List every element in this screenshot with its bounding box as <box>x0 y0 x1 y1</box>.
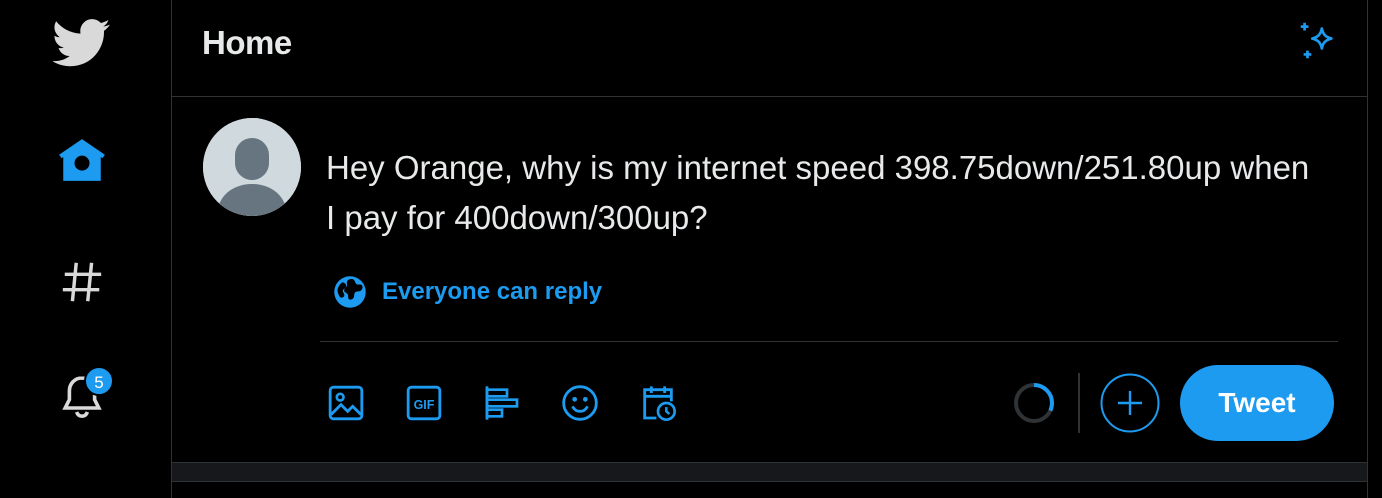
svg-text:GIF: GIF <box>414 398 435 412</box>
progress-ring-icon <box>1014 383 1054 423</box>
twitter-logo[interactable] <box>38 8 126 78</box>
actions-separator <box>1078 373 1080 433</box>
page-title: Home <box>202 24 292 61</box>
schedule-button[interactable] <box>630 375 686 431</box>
schedule-icon <box>643 386 676 421</box>
gif-button[interactable]: GIF <box>396 375 452 431</box>
nav-explore[interactable] <box>38 247 126 317</box>
home-icon <box>59 139 105 181</box>
globe-icon <box>334 276 366 308</box>
add-tweet-button[interactable] <box>1100 373 1160 433</box>
notification-badge: 5 <box>84 366 114 396</box>
sparkle-icon <box>1300 22 1333 59</box>
reply-setting-label: Everyone can reply <box>382 278 603 305</box>
tweet-button[interactable]: Tweet <box>1180 365 1334 441</box>
composer-actions: Tweet <box>1012 365 1334 441</box>
tweet-text-input[interactable]: Hey Orange, why is my internet speed 398… <box>326 143 1326 243</box>
emoji-icon <box>562 385 598 421</box>
image-icon <box>328 385 364 421</box>
section-separator <box>172 462 1367 482</box>
media-button[interactable] <box>318 375 374 431</box>
poll-button[interactable] <box>474 375 530 431</box>
emoji-button[interactable] <box>552 375 608 431</box>
character-counter <box>1012 381 1056 425</box>
default-avatar-icon <box>203 118 301 216</box>
composer-toolbar: GIF <box>318 375 708 431</box>
avatar[interactable] <box>203 118 301 216</box>
left-nav: 5 <box>0 0 171 498</box>
gif-icon: GIF <box>406 385 442 421</box>
tweet-composer: Hey Orange, why is my internet speed 398… <box>172 97 1367 462</box>
nav-home[interactable] <box>38 125 126 195</box>
twitter-bird-icon <box>53 19 111 67</box>
composer-divider <box>320 341 1338 342</box>
nav-notifications[interactable]: 5 <box>38 362 126 432</box>
hashtag-icon <box>62 262 102 302</box>
twitter-app: 5 Home Hey Orange, why is my internet sp… <box>0 0 1382 498</box>
poll-icon <box>485 386 519 420</box>
reply-setting-button[interactable]: Everyone can reply <box>332 272 602 312</box>
page-header: Home <box>172 0 1367 97</box>
top-tweets-button[interactable] <box>1295 18 1341 64</box>
plus-circle-icon <box>1100 373 1160 433</box>
main-column: Home Hey Orange, why is my internet spee… <box>171 0 1368 498</box>
